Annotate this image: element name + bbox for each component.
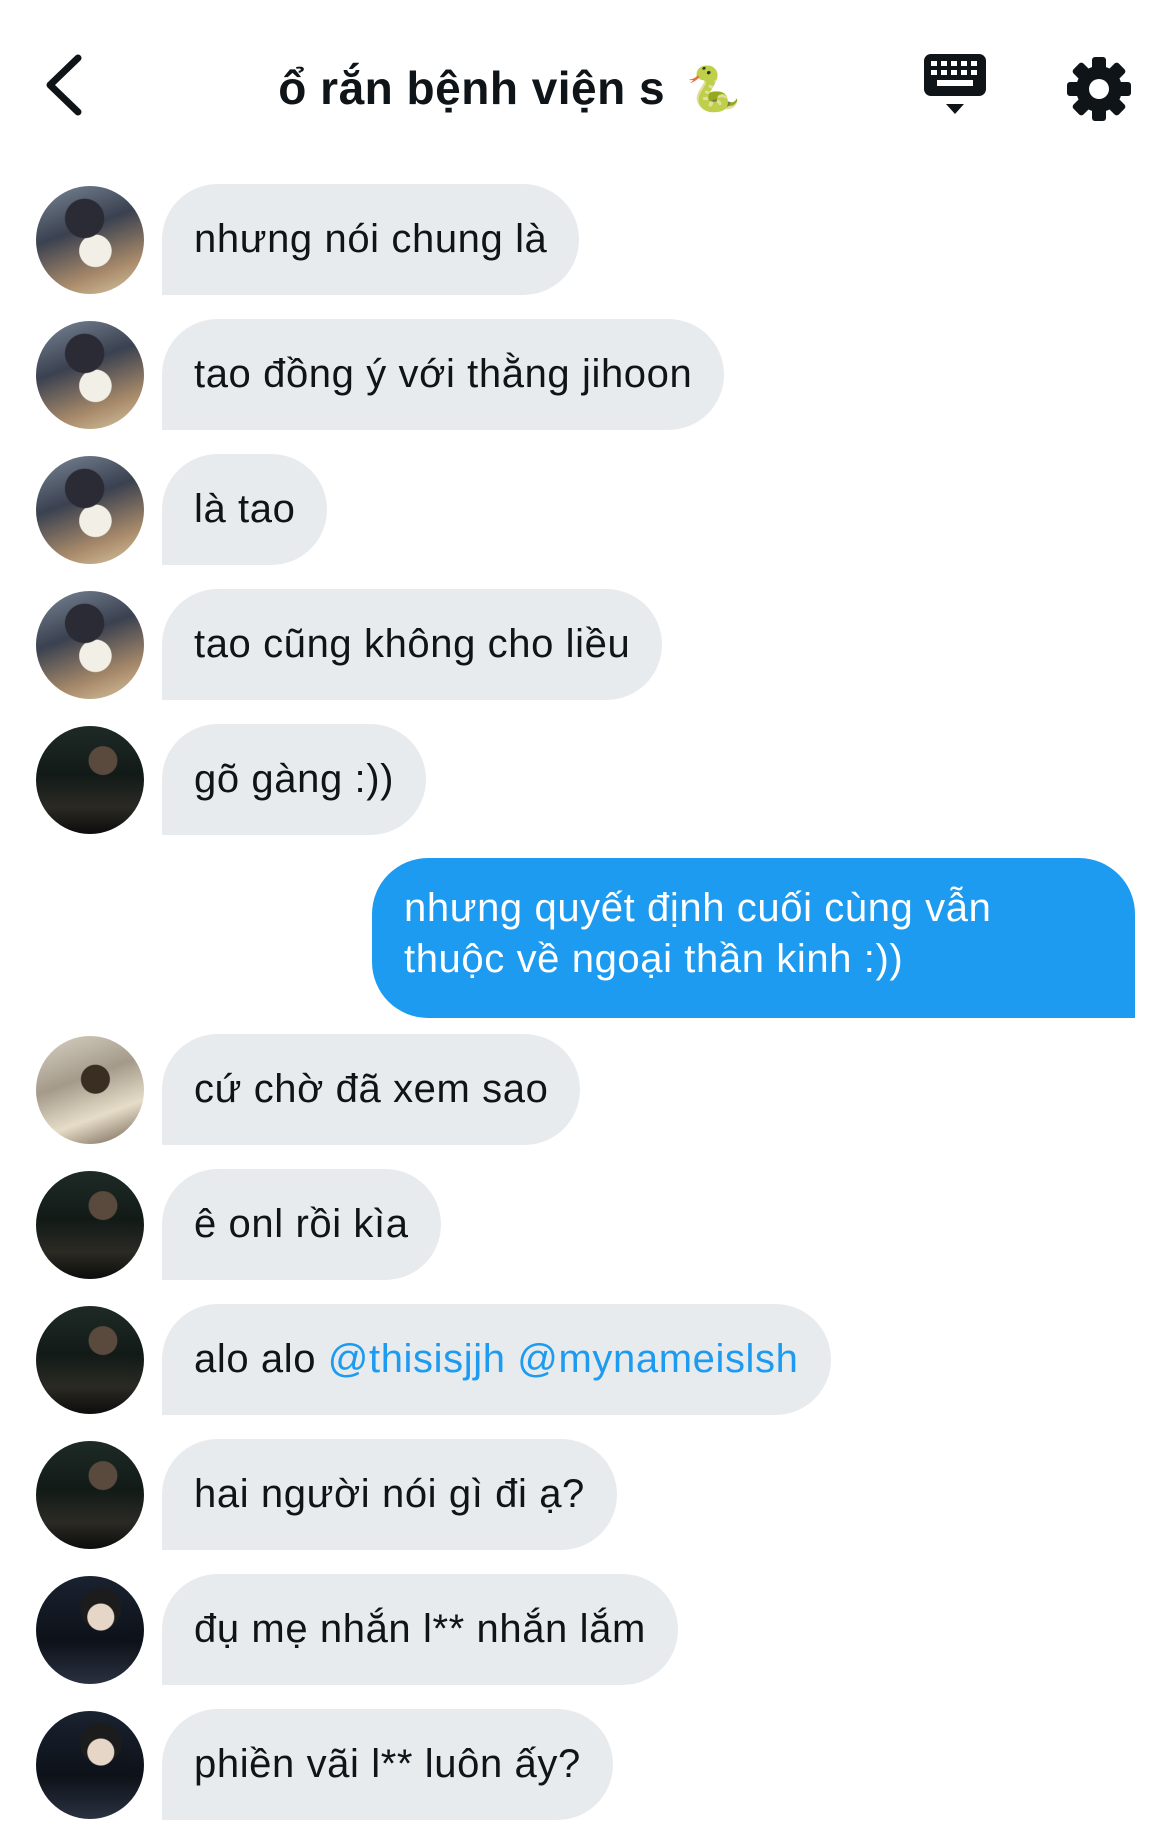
message-list: nhưng nói chung là tao đồng ý với thằng … xyxy=(0,0,1170,1833)
avatar[interactable] xyxy=(36,1576,144,1684)
avatar[interactable] xyxy=(36,456,144,564)
avatar[interactable] xyxy=(36,321,144,429)
avatar[interactable] xyxy=(36,591,144,699)
message-bubble[interactable]: ê onl rồi kìa xyxy=(162,1169,441,1280)
sent-message-bubble[interactable]: nhưng quyết định cuối cùng vẫn thuộc về … xyxy=(372,858,1135,1018)
message-bubble[interactable]: đụ mẹ nhắn l** nhắn lắm xyxy=(162,1574,678,1685)
avatar[interactable] xyxy=(36,1171,144,1279)
message-bubble[interactable]: gõ gàng :)) xyxy=(162,724,427,835)
mention-link[interactable]: @thisisjjh xyxy=(328,1337,506,1381)
avatar[interactable] xyxy=(36,186,144,294)
message-bubble[interactable]: tao cũng không cho liều xyxy=(162,589,663,700)
message-bubble[interactable]: cứ chờ đã xem sao xyxy=(162,1034,581,1145)
message-bubble[interactable]: phiền vãi l** luôn ấy? xyxy=(162,1709,613,1820)
avatar[interactable] xyxy=(36,1036,144,1144)
message-bubble[interactable]: nhưng nói chung là xyxy=(162,184,580,295)
message-bubble[interactable]: là tao xyxy=(162,454,328,565)
mention-separator xyxy=(506,1337,518,1381)
avatar[interactable] xyxy=(36,1306,144,1414)
message-text: alo alo xyxy=(194,1337,328,1381)
message-bubble[interactable]: tao đồng ý với thằng jihoon xyxy=(162,319,725,430)
message-bubble[interactable]: alo alo @thisisjjh @mynameislsh xyxy=(162,1304,831,1415)
avatar[interactable] xyxy=(36,726,144,834)
mention-link[interactable]: @mynameislsh xyxy=(517,1337,798,1381)
message-bubble[interactable]: hai người nói gì đi ạ? xyxy=(162,1439,617,1550)
avatar[interactable] xyxy=(36,1441,144,1549)
avatar[interactable] xyxy=(36,1711,144,1819)
